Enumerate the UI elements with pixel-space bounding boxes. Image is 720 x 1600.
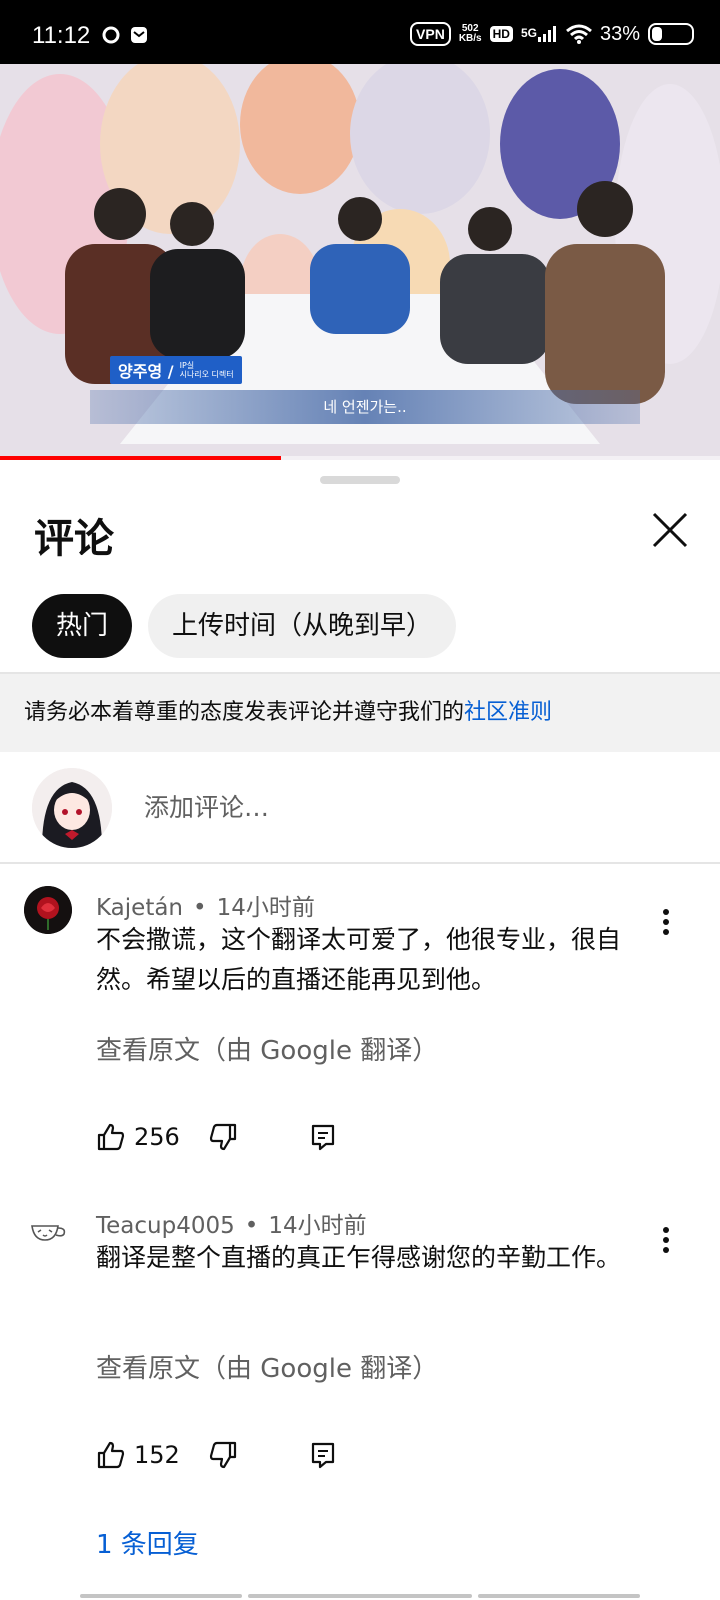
nav-indicator bbox=[80, 1594, 242, 1598]
comment-meta: Kajetán • 14小时前 bbox=[96, 888, 315, 922]
sort-chip-top[interactable]: 热门 bbox=[32, 594, 133, 658]
dislike-icon[interactable] bbox=[208, 1122, 238, 1152]
video-subtitle: 네 언젠가는.. bbox=[90, 390, 640, 424]
nav-indicator bbox=[478, 1594, 640, 1598]
community-guidelines-banner: 请务必本着尊重的态度发表评论并遵守我们的社区准则 bbox=[0, 674, 720, 752]
speaker-name-plate: 양주영 / IP실 시나리오 디렉터 bbox=[110, 356, 242, 384]
comment-text: 不会撒谎，这个翻译太可爱了，他很专业，很自然。希望以后的直播还能再见到他。 bbox=[96, 925, 622, 994]
video-player[interactable]: 양주영 / IP실 시나리오 디렉터 네 언젠가는.. bbox=[0, 64, 720, 460]
like-count: 256 bbox=[134, 1123, 180, 1151]
reply-icon[interactable] bbox=[308, 1122, 338, 1152]
sort-chip-newest[interactable]: 上传时间（从晚到早） bbox=[148, 594, 457, 658]
speed-unit: KB/s bbox=[458, 33, 482, 44]
comment-actions: 256 bbox=[96, 1122, 338, 1152]
mail-icon bbox=[131, 27, 147, 43]
speaker-role-line2: 시나리오 디렉터 bbox=[179, 370, 234, 379]
meta-separator: • bbox=[193, 895, 207, 921]
add-comment-input[interactable]: 添加评论… bbox=[144, 788, 269, 824]
signal-bars-icon bbox=[537, 26, 556, 42]
hd-badge: HD bbox=[489, 26, 513, 42]
reply-icon[interactable] bbox=[308, 1440, 338, 1470]
battery-fill bbox=[652, 27, 662, 41]
wifi-icon bbox=[566, 24, 592, 44]
comments-sheet: 评论 热门 上传时间（从晚到早） 请务必本着尊重的态度发表评论并遵守我们的社区准… bbox=[0, 460, 720, 1600]
like-count: 152 bbox=[134, 1441, 180, 1469]
avatar[interactable] bbox=[24, 1206, 72, 1254]
battery-percent: 33% bbox=[599, 22, 640, 45]
guideline-text: 请务必本着尊重的态度发表评论并遵守我们的 bbox=[24, 700, 465, 725]
meta-separator: • bbox=[244, 1213, 259, 1239]
add-comment-row[interactable]: 添加评论… bbox=[0, 752, 720, 862]
like-icon[interactable] bbox=[96, 1122, 126, 1152]
status-time: 11:12 bbox=[32, 22, 91, 49]
comments-title: 评论 bbox=[34, 516, 114, 562]
user-avatar-image bbox=[32, 768, 112, 848]
view-replies-link[interactable]: 1 条回复 bbox=[96, 1524, 199, 1561]
sort-chips: 热门 上传时间（从晚到早） bbox=[32, 594, 457, 658]
comment-author[interactable]: Teacup4005 bbox=[96, 1213, 235, 1239]
speaker-role: IP실 시나리오 디렉터 bbox=[180, 361, 234, 379]
rose-avatar-image bbox=[24, 886, 72, 934]
avatar bbox=[32, 768, 112, 848]
battery-icon bbox=[648, 23, 694, 45]
comment-time: 14小时前 bbox=[216, 895, 315, 921]
divider bbox=[0, 862, 720, 864]
comment-meta: Teacup4005 • 14小时前 bbox=[96, 1206, 367, 1240]
comment-actions: 152 bbox=[96, 1440, 338, 1470]
close-icon[interactable] bbox=[650, 510, 690, 550]
comment-time: 14小时前 bbox=[268, 1213, 367, 1239]
avatar[interactable] bbox=[24, 886, 72, 934]
speaker-name: 양주영 / bbox=[118, 362, 174, 381]
community-guidelines-link[interactable]: 社区准则 bbox=[464, 700, 552, 725]
comment-author[interactable]: Kajetán bbox=[96, 895, 183, 921]
network-type: 5G bbox=[520, 26, 537, 40]
teacup-avatar-image bbox=[31, 1225, 66, 1241]
nav-indicator bbox=[248, 1594, 472, 1598]
see-original-link[interactable]: 查看原文（由 Google 翻译） bbox=[96, 1030, 438, 1067]
like-icon[interactable] bbox=[96, 1440, 126, 1470]
notification-circle-icon bbox=[102, 26, 120, 44]
vpn-badge: VPN bbox=[410, 22, 451, 46]
signal-indicator: 5G bbox=[521, 26, 558, 42]
network-speed: 502 KB/s bbox=[459, 24, 482, 44]
speaker-role-line1: IP실 bbox=[179, 361, 195, 370]
comment-text: 翻译是整个直播的真正乍得感谢您的辛勤工作。 bbox=[96, 1243, 622, 1272]
see-original-link[interactable]: 查看原文（由 Google 翻译） bbox=[96, 1348, 438, 1385]
status-icons: VPN 502 KB/s HD 5G 33% bbox=[410, 22, 694, 46]
status-bar: 11:12 VPN 502 KB/s HD 5G 33% bbox=[0, 0, 720, 64]
dislike-icon[interactable] bbox=[208, 1440, 238, 1470]
drag-handle[interactable] bbox=[320, 476, 400, 484]
